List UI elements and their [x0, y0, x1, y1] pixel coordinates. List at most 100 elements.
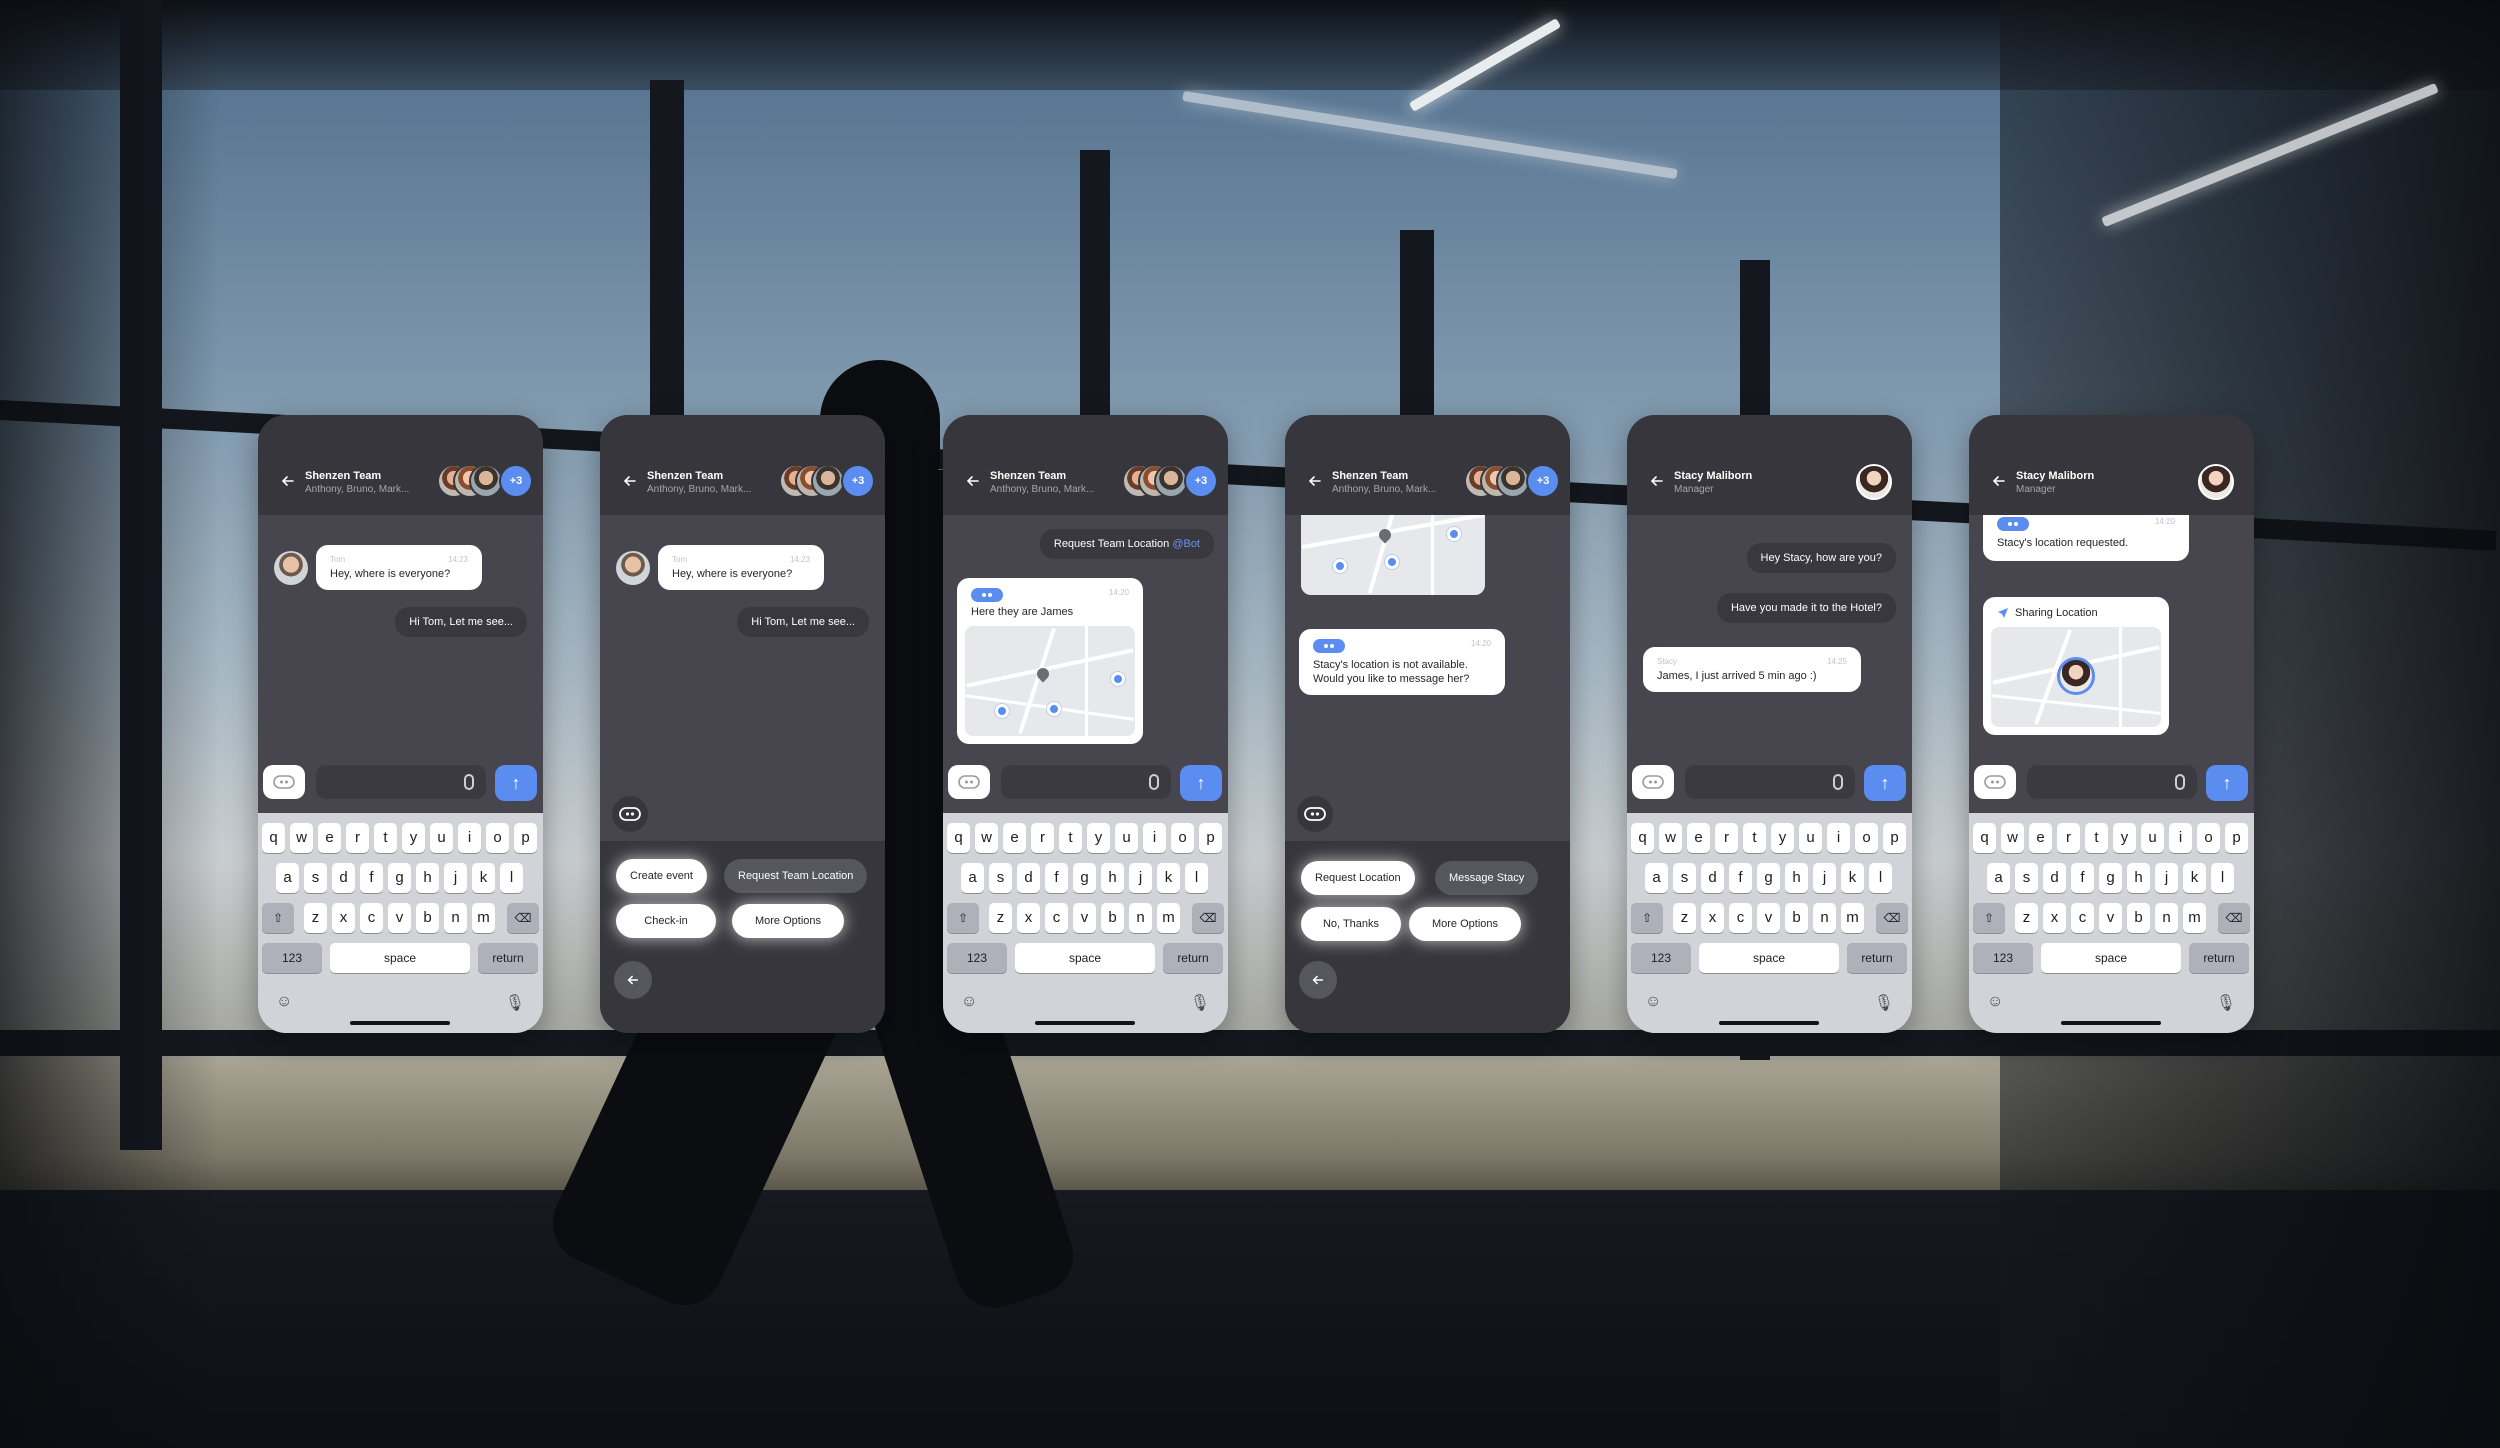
more-options-button[interactable]: More Options: [1409, 907, 1521, 941]
key[interactable]: l: [2211, 863, 2234, 893]
paperclip-icon[interactable]: [1149, 774, 1159, 790]
member-avatars[interactable]: +3: [433, 464, 533, 500]
member-avatars[interactable]: +3: [1118, 464, 1218, 500]
key[interactable]: h: [1785, 863, 1808, 893]
stacy-location-map[interactable]: [1991, 627, 2161, 727]
key[interactable]: v: [1073, 903, 1096, 933]
numbers-key[interactable]: 123: [1973, 943, 2033, 973]
delete-key[interactable]: ⌫: [1876, 903, 1908, 933]
key[interactable]: p: [1199, 823, 1222, 853]
microphone-icon[interactable]: 🎙: [1190, 993, 1210, 1013]
key[interactable]: f: [360, 863, 383, 893]
message-input[interactable]: [1001, 765, 1171, 799]
emoji-icon[interactable]: ☺: [1645, 993, 1661, 1011]
no-thanks-button[interactable]: No, Thanks: [1301, 907, 1401, 941]
space-key[interactable]: space: [1015, 943, 1155, 973]
paperclip-icon[interactable]: [2175, 774, 2185, 790]
key[interactable]: i: [1143, 823, 1166, 853]
back-arrow-icon[interactable]: [622, 473, 638, 489]
shift-key[interactable]: ⇧: [947, 903, 979, 933]
key[interactable]: e: [2029, 823, 2052, 853]
key[interactable]: y: [1087, 823, 1110, 853]
create-event-button[interactable]: Create event: [616, 859, 707, 893]
key[interactable]: z: [304, 903, 327, 933]
key[interactable]: b: [1101, 903, 1124, 933]
key[interactable]: j: [444, 863, 467, 893]
shift-key[interactable]: ⇧: [1631, 903, 1663, 933]
key[interactable]: j: [1129, 863, 1152, 893]
key[interactable]: w: [2001, 823, 2024, 853]
return-key[interactable]: return: [1847, 943, 1907, 973]
back-arrow-icon[interactable]: [965, 473, 981, 489]
key[interactable]: t: [1059, 823, 1082, 853]
key[interactable]: j: [1813, 863, 1836, 893]
stacy-location-avatar[interactable]: [2057, 657, 2095, 695]
key[interactable]: b: [1785, 903, 1808, 933]
key[interactable]: p: [1883, 823, 1906, 853]
message-stacy-button[interactable]: Message Stacy: [1435, 861, 1539, 895]
key[interactable]: x: [332, 903, 355, 933]
numbers-key[interactable]: 123: [947, 943, 1007, 973]
key[interactable]: c: [360, 903, 383, 933]
key[interactable]: t: [1743, 823, 1766, 853]
space-key[interactable]: space: [1699, 943, 1839, 973]
space-key[interactable]: space: [2041, 943, 2181, 973]
request-team-location-button[interactable]: Request Team Location: [724, 859, 868, 893]
key[interactable]: x: [2043, 903, 2066, 933]
key[interactable]: z: [989, 903, 1012, 933]
key[interactable]: m: [2183, 903, 2206, 933]
key[interactable]: t: [374, 823, 397, 853]
key[interactable]: f: [1729, 863, 1752, 893]
key[interactable]: q: [262, 823, 285, 853]
key[interactable]: a: [1987, 863, 2010, 893]
back-arrow-icon[interactable]: [1649, 473, 1665, 489]
send-button[interactable]: ↑: [2206, 765, 2248, 801]
key[interactable]: x: [1701, 903, 1724, 933]
key[interactable]: f: [1045, 863, 1068, 893]
key[interactable]: m: [472, 903, 495, 933]
key[interactable]: q: [1631, 823, 1654, 853]
key[interactable]: r: [1715, 823, 1738, 853]
key[interactable]: q: [1973, 823, 1996, 853]
key[interactable]: h: [2127, 863, 2150, 893]
bot-button[interactable]: [612, 796, 648, 832]
team-member-pin[interactable]: [1047, 702, 1061, 716]
avatar[interactable]: [1856, 464, 1892, 500]
key[interactable]: d: [2043, 863, 2066, 893]
key[interactable]: b: [2127, 903, 2150, 933]
key[interactable]: t: [2085, 823, 2108, 853]
key[interactable]: o: [486, 823, 509, 853]
back-arrow-icon[interactable]: [280, 473, 296, 489]
key[interactable]: z: [1673, 903, 1696, 933]
key[interactable]: g: [388, 863, 411, 893]
key[interactable]: z: [2015, 903, 2038, 933]
team-member-pin[interactable]: [1111, 672, 1125, 686]
shift-key[interactable]: ⇧: [262, 903, 294, 933]
member-avatars[interactable]: +3: [1460, 464, 1560, 500]
key[interactable]: k: [1157, 863, 1180, 893]
space-key[interactable]: space: [330, 943, 470, 973]
key[interactable]: k: [2183, 863, 2206, 893]
key[interactable]: k: [1841, 863, 1864, 893]
paperclip-icon[interactable]: [464, 774, 474, 790]
key[interactable]: u: [1799, 823, 1822, 853]
bot-button[interactable]: [263, 765, 305, 799]
back-button[interactable]: [1299, 961, 1337, 999]
check-in-button[interactable]: Check-in: [616, 904, 716, 938]
key[interactable]: h: [416, 863, 439, 893]
key[interactable]: n: [444, 903, 467, 933]
message-input[interactable]: [316, 765, 486, 799]
microphone-icon[interactable]: 🎙: [2216, 993, 2236, 1013]
more-options-button[interactable]: More Options: [732, 904, 844, 938]
key[interactable]: o: [1855, 823, 1878, 853]
bot-button[interactable]: [1974, 765, 2016, 799]
key[interactable]: w: [290, 823, 313, 853]
delete-key[interactable]: ⌫: [2218, 903, 2250, 933]
key[interactable]: i: [458, 823, 481, 853]
return-key[interactable]: return: [478, 943, 538, 973]
key[interactable]: h: [1101, 863, 1124, 893]
key[interactable]: a: [1645, 863, 1668, 893]
key[interactable]: d: [1017, 863, 1040, 893]
key[interactable]: c: [2071, 903, 2094, 933]
key[interactable]: n: [2155, 903, 2178, 933]
